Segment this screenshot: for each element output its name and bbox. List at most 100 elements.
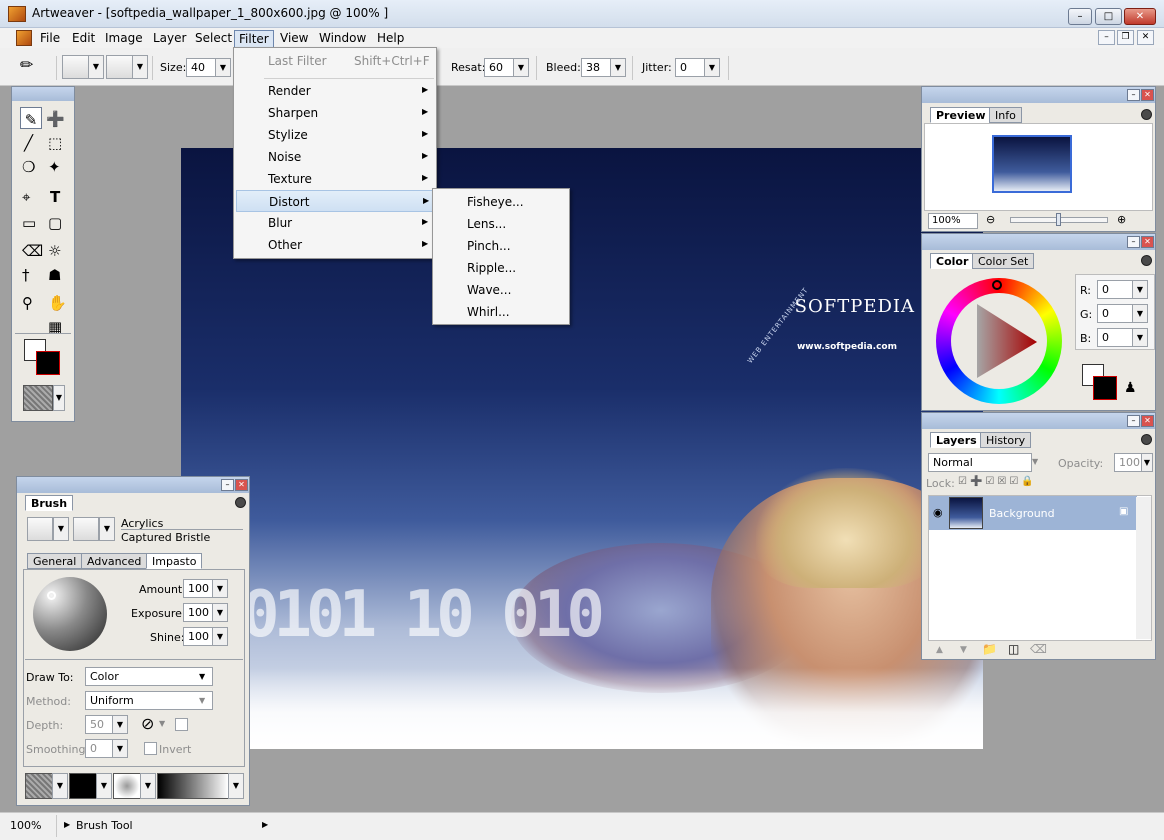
amount-input[interactable]: 100 <box>183 579 213 598</box>
doc-restore-button[interactable]: ❐ <box>1117 30 1134 45</box>
resat-dropdown[interactable]: ▼ <box>513 58 529 77</box>
brush-menu-icon[interactable] <box>235 497 246 508</box>
tab-advanced[interactable]: Advanced <box>81 553 148 569</box>
tab-brush[interactable]: Brush <box>25 495 74 511</box>
line-tool-icon[interactable]: ╱ <box>24 131 33 155</box>
delete-layer-icon[interactable]: ⌫ <box>1030 642 1047 656</box>
menu-item-render[interactable]: Render ▶ <box>236 80 434 102</box>
zoom-tool-icon[interactable]: ⚲ <box>22 291 33 315</box>
b-input[interactable]: 0 <box>1097 328 1133 347</box>
pattern-dropdown[interactable]: ▼ <box>96 773 112 799</box>
g-input[interactable]: 0 <box>1097 304 1133 323</box>
menu-edit[interactable]: Edit <box>68 30 99 46</box>
menu-file[interactable]: File <box>36 30 64 46</box>
lock-icons[interactable]: ☑➕☑☒☑🔒 <box>958 476 1037 487</box>
move-layer-up-icon[interactable]: ▲ <box>936 645 943 655</box>
status-expand-arrow-icon[interactable]: ▶ <box>262 820 268 829</box>
smoothing-dropdown[interactable]: ▼ <box>112 739 128 758</box>
submenu-item-fisheye[interactable]: Fisheye... <box>435 191 567 213</box>
hand-tool-icon[interactable]: ✋ <box>48 291 67 315</box>
grid-tool-icon[interactable]: ▦ <box>48 315 62 339</box>
preview-minimize-button[interactable]: – <box>1127 89 1140 101</box>
brush-category-dropdown[interactable]: ▼ <box>53 517 69 541</box>
tab-impasto[interactable]: Impasto <box>146 553 203 569</box>
paper-texture-dropdown[interactable]: ▼ <box>52 773 68 799</box>
tab-general[interactable]: General <box>27 553 83 569</box>
amount-dropdown[interactable]: ▼ <box>212 579 228 598</box>
preview-menu-icon[interactable] <box>1141 109 1152 120</box>
hue-marker[interactable] <box>992 280 1002 290</box>
invert-checkbox[interactable] <box>144 742 157 755</box>
eyedropper-icon[interactable]: † <box>22 263 30 287</box>
color-menu-icon[interactable] <box>1141 255 1152 266</box>
r-dropdown[interactable]: ▼ <box>1132 280 1148 299</box>
marquee-tool-icon[interactable]: ⬚ <box>48 131 62 155</box>
exposure-dropdown[interactable]: ▼ <box>212 603 228 622</box>
status-tool-arrow-icon[interactable]: ▶ <box>64 820 70 829</box>
size-input[interactable]: 40 <box>186 58 216 77</box>
menu-help[interactable]: Help <box>373 30 408 46</box>
color-minimize-button[interactable]: – <box>1127 236 1140 248</box>
opacity-input[interactable]: 100 <box>1114 453 1142 472</box>
brush-preset-icon[interactable] <box>62 55 90 79</box>
zoom-out-icon[interactable]: ⊖ <box>986 213 995 226</box>
shape-tool-icon[interactable]: ▭ <box>22 211 36 235</box>
foreground-color-swatch[interactable] <box>36 351 60 375</box>
nozzle-swatch[interactable] <box>113 773 141 799</box>
doc-minimize-button[interactable]: – <box>1098 30 1115 45</box>
paper-texture-swatch[interactable] <box>25 773 53 799</box>
layers-menu-icon[interactable] <box>1141 434 1152 445</box>
jitter-dropdown[interactable]: ▼ <box>704 58 720 77</box>
preview-thumbnail[interactable] <box>992 135 1072 193</box>
texture-dropdown[interactable]: ▼ <box>53 385 65 411</box>
brush-preset-dropdown[interactable]: ▼ <box>88 55 104 79</box>
maximize-button[interactable]: □ <box>1095 8 1122 25</box>
resat-input[interactable]: 60 <box>484 58 514 77</box>
menu-item-sharpen[interactable]: Sharpen ▶ <box>236 102 434 124</box>
menu-select[interactable]: Select <box>191 30 236 46</box>
crop-tool-icon[interactable]: ⌖ <box>22 185 30 209</box>
minimize-button[interactable]: – <box>1068 8 1092 25</box>
smoothing-input[interactable]: 0 <box>85 739 113 758</box>
zoom-slider-thumb[interactable] <box>1056 213 1061 226</box>
texture-swatch[interactable] <box>23 385 53 411</box>
shine-dropdown[interactable]: ▼ <box>212 627 228 646</box>
menu-image[interactable]: Image <box>101 30 147 46</box>
brush-tool-icon[interactable]: ✏ <box>20 55 48 79</box>
size-dropdown[interactable]: ▼ <box>215 58 231 77</box>
opacity-dropdown[interactable]: ▼ <box>1141 453 1153 472</box>
brush-texture-dropdown[interactable]: ▼ <box>132 55 148 79</box>
text-tool-icon[interactable]: T <box>50 185 60 209</box>
blend-mode-select[interactable]: Normal <box>928 453 1032 472</box>
doc-close-button[interactable]: ✕ <box>1137 30 1154 45</box>
new-folder-icon[interactable]: 📁 <box>982 642 997 656</box>
close-button[interactable]: ✕ <box>1124 8 1156 25</box>
paint-bucket-icon[interactable]: ☗ <box>48 263 61 287</box>
color-close-button[interactable]: ✕ <box>1141 236 1154 248</box>
pattern-swatch[interactable] <box>69 773 97 799</box>
submenu-item-lens[interactable]: Lens... <box>435 213 567 235</box>
menu-layer[interactable]: Layer <box>149 30 190 46</box>
menu-item-other[interactable]: Other ▶ <box>236 234 434 256</box>
layers-close-button[interactable]: ✕ <box>1141 415 1154 427</box>
draw-to-select[interactable]: Color <box>85 667 213 686</box>
depth-input[interactable]: 50 <box>85 715 113 734</box>
color-triangle[interactable] <box>957 298 1043 384</box>
eraser-tool-icon[interactable]: ⌫ <box>22 239 43 263</box>
submenu-item-ripple[interactable]: Ripple... <box>435 257 567 279</box>
brush-minimize-button[interactable]: – <box>221 479 234 491</box>
magic-wand-icon[interactable]: ✦ <box>48 155 61 179</box>
brush-category-icon[interactable] <box>27 517 53 541</box>
tab-color[interactable]: Color <box>930 253 975 269</box>
menu-item-stylize[interactable]: Stylize ▶ <box>236 124 434 146</box>
new-layer-icon[interactable]: ◫ <box>1008 642 1019 656</box>
submenu-item-whirl[interactable]: Whirl... <box>435 301 567 323</box>
tab-history[interactable]: History <box>980 432 1032 448</box>
menu-view[interactable]: View <box>276 30 312 46</box>
lasso-tool-icon[interactable]: ❍ <box>22 155 35 179</box>
menu-window[interactable]: Window <box>315 30 370 46</box>
nozzle-dropdown[interactable]: ▼ <box>140 773 156 799</box>
jitter-input[interactable]: 0 <box>675 58 705 77</box>
menu-item-texture[interactable]: Texture ▶ <box>236 168 434 190</box>
brush-tool-button[interactable]: ✎ <box>20 107 42 129</box>
